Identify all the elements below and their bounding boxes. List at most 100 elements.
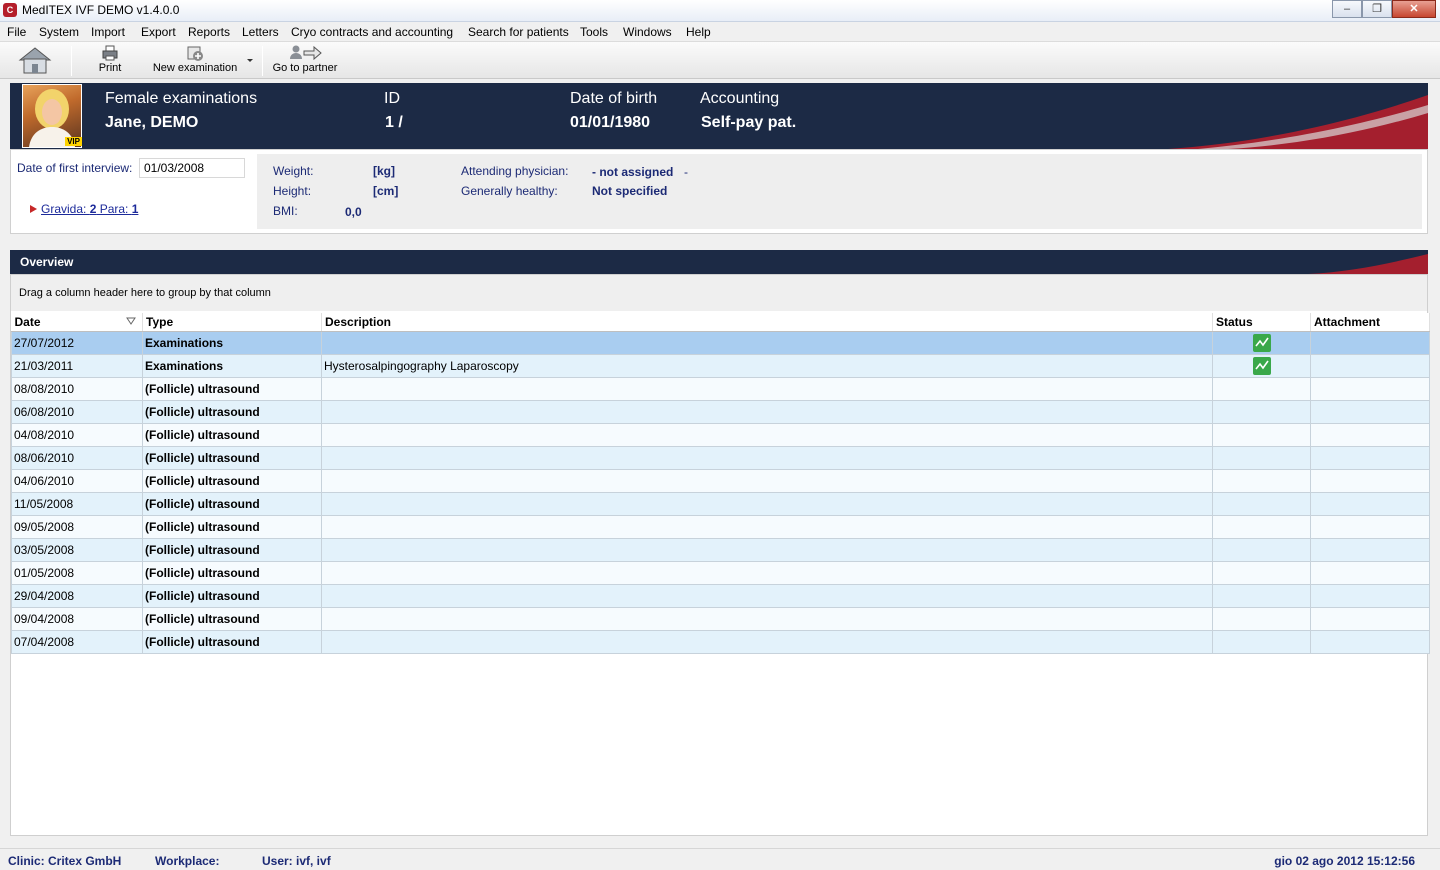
table-row[interactable]: 04/06/2010 (Follicle) ultrasound (11, 468, 1430, 493)
cell-date: 06/08/2010 (11, 399, 143, 424)
menu-reports[interactable]: Reports (188, 25, 230, 39)
table-row[interactable]: 06/08/2010 (Follicle) ultrasound (11, 399, 1430, 424)
cell-type: (Follicle) ultrasound (142, 376, 322, 401)
cell-description (321, 606, 1213, 631)
overview-title: Overview (20, 255, 74, 269)
column-date-label: Date (14, 314, 41, 329)
menu-cryo-contracts[interactable]: Cryo contracts and accounting (291, 25, 453, 39)
maximize-button[interactable]: ❐ (1362, 0, 1392, 18)
table-row[interactable]: 08/08/2010 (Follicle) ultrasound (11, 376, 1430, 401)
menu-help[interactable]: Help (686, 25, 711, 39)
chevron-down-icon[interactable] (244, 54, 256, 66)
table-row[interactable]: 29/04/2008 (Follicle) ultrasound (11, 583, 1430, 608)
table-row[interactable]: 11/05/2008 (Follicle) ultrasound (11, 491, 1430, 516)
table-row[interactable]: 01/05/2008 (Follicle) ultrasound (11, 560, 1430, 585)
column-header-type[interactable]: Type (142, 313, 322, 332)
cell-type: (Follicle) ultrasound (142, 491, 322, 516)
overview-grid-panel: Drag a column header here to group by th… (10, 274, 1430, 836)
home-button[interactable] (12, 44, 58, 76)
status-complete-icon[interactable] (1252, 333, 1271, 352)
table-row[interactable]: 09/05/2008 (Follicle) ultrasound (11, 514, 1430, 539)
close-button[interactable]: ✕ (1392, 0, 1436, 18)
cell-description (321, 491, 1213, 516)
cell-attachment (1310, 514, 1430, 539)
cell-date: 03/05/2008 (11, 537, 143, 562)
examinations-table: Date Type Description Status Attachment … (11, 313, 1430, 654)
table-row[interactable]: 07/04/2008 (Follicle) ultrasound (11, 629, 1430, 654)
column-header-status[interactable]: Status (1212, 313, 1311, 332)
table-row[interactable]: 27/07/2012 Examinations (11, 330, 1430, 355)
cell-description (321, 468, 1213, 493)
generally-healthy-value: Not specified (592, 184, 668, 198)
weight-label: Weight: (273, 164, 314, 178)
generally-healthy-label: Generally healthy: (461, 184, 558, 198)
column-header-date[interactable]: Date (11, 313, 143, 332)
table-row[interactable]: 04/08/2010 (Follicle) ultrasound (11, 422, 1430, 447)
menu-windows[interactable]: Windows (623, 25, 672, 39)
table-row[interactable]: 08/06/2010 (Follicle) ultrasound (11, 445, 1430, 470)
new-examination-icon (187, 46, 203, 61)
table-row[interactable]: 21/03/2011 Examinations Hysterosalpingogra… (11, 353, 1430, 378)
print-button[interactable]: Print (96, 44, 124, 74)
cell-status (1212, 583, 1311, 608)
go-to-partner-button[interactable]: Go to partner (272, 44, 338, 74)
menu-letters[interactable]: Letters (242, 25, 279, 39)
cell-status (1212, 514, 1311, 539)
cell-description (321, 399, 1213, 424)
cell-status (1212, 330, 1311, 355)
weight-unit: [kg] (373, 164, 395, 178)
status-complete-icon[interactable] (1252, 356, 1271, 375)
cell-date: 11/05/2008 (11, 491, 143, 516)
height-label: Height: (273, 184, 312, 198)
attending-physician-label: Attending physician: (461, 164, 569, 178)
menu-import[interactable]: Import (91, 25, 125, 39)
cell-attachment (1310, 422, 1430, 447)
sort-descending-icon (126, 317, 136, 325)
patient-name: Jane, DEMO (105, 114, 199, 131)
menu-bar: File System Import Export Reports Letter… (0, 22, 1440, 42)
workplace-status: Workplace: (155, 854, 220, 868)
cell-date: 08/06/2010 (11, 445, 143, 470)
cell-description (321, 583, 1213, 608)
menu-system[interactable]: System (39, 25, 79, 39)
new-examination-button[interactable]: New examination (150, 44, 240, 74)
para-text: Para: (96, 202, 132, 216)
para-value: 1 (131, 202, 139, 216)
cell-type: (Follicle) ultrasound (142, 422, 322, 447)
dob-label: Date of birth (570, 90, 658, 107)
menu-search-patients[interactable]: Search for patients (468, 25, 569, 39)
column-header-attachment[interactable]: Attachment (1310, 313, 1430, 332)
cell-status (1212, 606, 1311, 631)
cell-type: (Follicle) ultrasound (142, 445, 322, 470)
user-status: User: ivf, ivf (262, 854, 331, 868)
decorative-swoosh (1168, 95, 1428, 149)
patient-photo[interactable]: VIP (22, 84, 82, 148)
column-header-description[interactable]: Description (321, 313, 1213, 332)
attending-physician-value: - not assigned (592, 165, 674, 179)
menu-file[interactable]: File (7, 25, 26, 39)
cell-description (321, 537, 1213, 562)
group-by-area[interactable]: Drag a column header here to group by th… (11, 275, 1427, 311)
gravida-para-link[interactable]: Gravida: 2 Para: 1 (41, 202, 138, 216)
partner-arrow-icon (290, 45, 322, 61)
toolbar-separator (262, 46, 263, 76)
cell-attachment (1310, 353, 1430, 378)
minimize-button[interactable]: – (1332, 0, 1362, 18)
menu-export[interactable]: Export (141, 25, 176, 39)
table-row[interactable]: 09/04/2008 (Follicle) ultrasound (11, 606, 1430, 631)
cell-status (1212, 560, 1311, 585)
first-interview-field[interactable]: 01/03/2008 (139, 158, 245, 178)
go-to-partner-label: Go to partner (272, 62, 338, 74)
new-examination-label: New examination (152, 62, 238, 74)
toolbar: Print New examination Go to partner (0, 42, 1440, 79)
menu-tools[interactable]: Tools (580, 25, 608, 39)
cell-description (321, 445, 1213, 470)
window-controls: – ❐ ✕ (1332, 0, 1436, 18)
cell-date: 27/07/2012 (11, 330, 143, 355)
cell-status (1212, 468, 1311, 493)
table-row[interactable]: 03/05/2008 (Follicle) ultrasound (11, 537, 1430, 562)
height-unit: [cm] (373, 184, 399, 198)
title-bar: C MedITEX IVF DEMO v1.4.0.0 – ❐ ✕ (0, 0, 1440, 22)
cell-attachment (1310, 583, 1430, 608)
datetime-status: gio 02 ago 2012 15:12:56 (1274, 854, 1415, 868)
